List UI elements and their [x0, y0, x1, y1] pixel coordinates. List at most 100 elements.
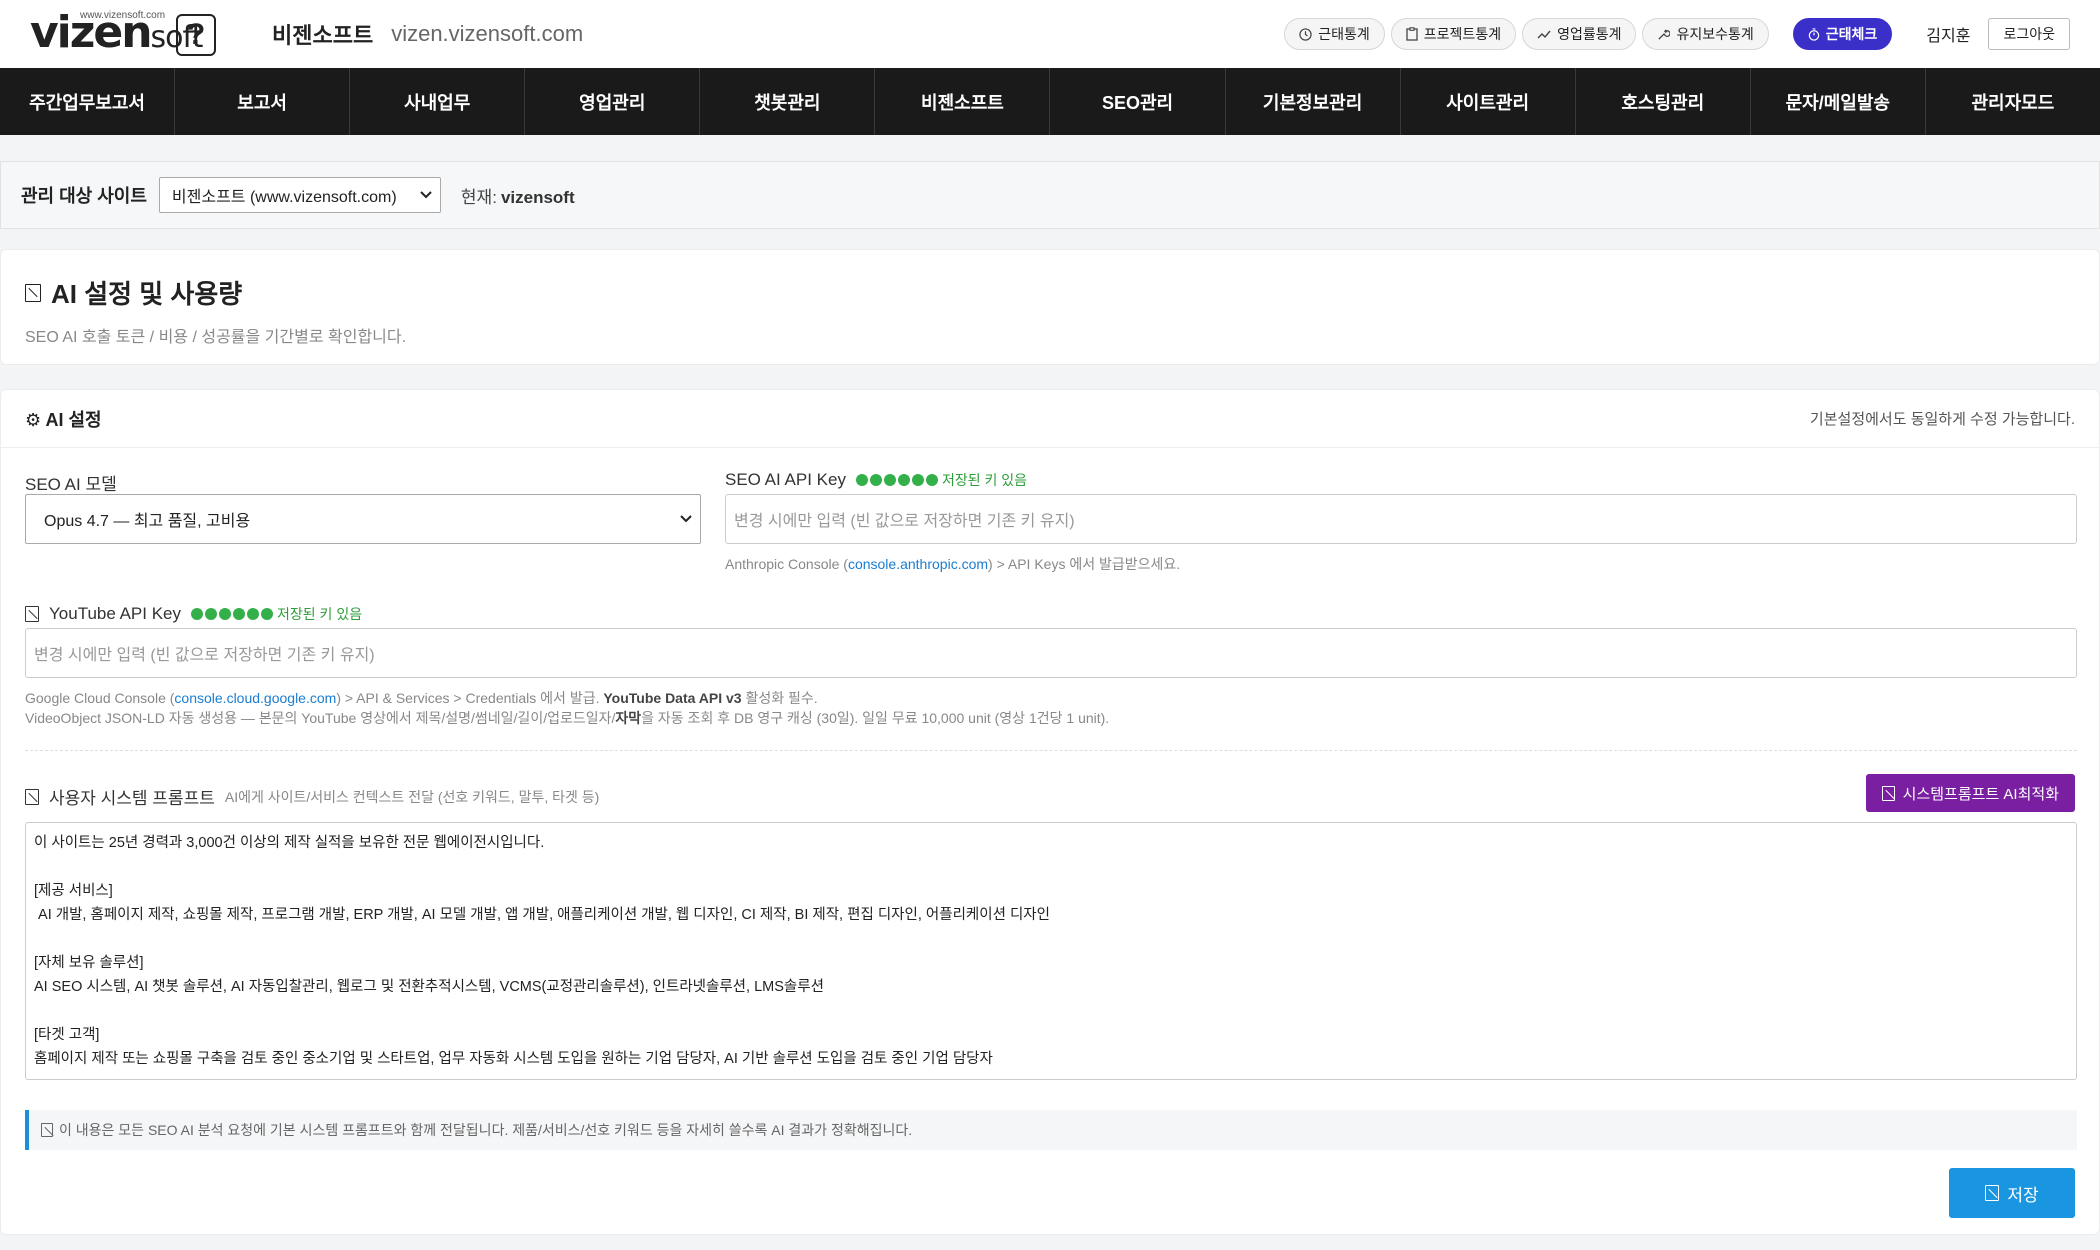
section-divider — [25, 750, 2077, 751]
api-key-input[interactable]: 변경 시에만 입력 (빈 값으로 저장하면 기존 키 유지) — [725, 494, 2077, 544]
youtube-placeholder: 변경 시에만 입력 (빈 값으로 저장하면 기존 키 유지) — [34, 647, 375, 664]
site-selector-label: 관리 대상 사이트 — [21, 186, 147, 206]
sparkle-icon — [1881, 785, 1895, 801]
clipboard-icon — [1406, 27, 1418, 41]
settings-header: ⚙ AI 설정 기본설정에서도 동일하게 수정 가능합니다. — [1, 390, 2099, 448]
current-site-label: 현재: — [460, 187, 497, 207]
api-key-placeholder: 변경 시에만 입력 (빈 값으로 저장하면 기존 키 유지) — [734, 513, 1075, 530]
model-select-value: Opus 4.7 — 최고 품질, 고비용 — [44, 513, 251, 530]
nav-seo[interactable]: SEO관리 — [1050, 68, 1226, 135]
prompt-hint: AI에게 사이트/서비스 컨텍스트 전달 (선호 키워드, 말투, 타겟 등) — [224, 788, 600, 805]
page-title: AI 설정 및 사용량 — [25, 274, 2075, 311]
attendance-check-button[interactable]: 근태체크 — [1792, 18, 1893, 50]
site-selector-bar: 관리 대상 사이트 비젠소프트 (www.vizensoft.com) 현재: v… — [0, 161, 2100, 229]
nav-weekly-report[interactable]: 주간업무보고서 — [0, 68, 176, 135]
floppy-disk-icon — [1985, 1185, 2000, 1201]
current-site-value: vizensoft — [500, 187, 575, 207]
youtube-status-text: 저장된 키 있음 — [277, 606, 363, 622]
nav-admin[interactable]: 관리자모드 — [1926, 68, 2100, 135]
nav-vizensoft[interactable]: 비젠소프트 — [875, 68, 1051, 135]
nav-chatbot[interactable]: 챗봇관리 — [700, 68, 876, 135]
question-mark-icon: ? — [176, 14, 216, 56]
maintenance-stats-button[interactable]: 유지보수통계 — [1642, 18, 1769, 50]
header-actions: 근태통계 프로젝트통계 영업률통계 유지보수통계 근태체크 김지훈 로그아웃 — [1284, 18, 2070, 50]
prompt-label: 사용자 시스템 프롬프트 — [49, 789, 215, 808]
api-help-pre: Anthropic Console ( — [725, 556, 848, 572]
yt-help2-post: 을 자동 조회 후 DB 영구 캐싱 (30일). 일일 무료 10,000 u… — [641, 710, 1110, 726]
page-subtitle: SEO AI 호출 토큰 / 비용 / 성공률을 기간별로 확인합니다. — [25, 329, 407, 346]
youtube-help-2: VideoObject JSON-LD 자동 생성용 — 본문의 YouTube… — [25, 708, 1109, 728]
ai-settings-card: ⚙ AI 설정 기본설정에서도 동일하게 수정 가능합니다. SEO AI 모델… — [0, 389, 2100, 1235]
attendance-stats-label: 근태통계 — [1318, 26, 1370, 42]
site-domain: vizen.vizensoft.com — [391, 21, 584, 46]
chevron-down-icon — [420, 191, 432, 199]
user-name: 김지훈 — [1926, 28, 1971, 45]
youtube-label-row: YouTube API Key 저장된 키 있음 — [25, 604, 362, 624]
current-site: 현재: vizensoft — [461, 183, 575, 208]
optimize-prompt-button[interactable]: 시스템프롬프트 AI최적화 — [1865, 774, 2075, 812]
save-button[interactable]: 저장 — [1949, 1168, 2075, 1218]
nav-internal-work[interactable]: 사내업무 — [350, 68, 526, 135]
yt-help2-pre: VideoObject JSON-LD 자동 생성용 — 본문의 YouTube… — [25, 710, 616, 726]
main-nav: 주간업무보고서 보고서 사내업무 영업관리 챗봇관리 비젠소프트 SEO관리 기… — [0, 68, 2100, 135]
logout-button[interactable]: 로그아웃 — [1988, 18, 2070, 50]
prompt-info-box: 이 내용은 모든 SEO AI 분석 요청에 기본 시스템 프롬프트와 함께 전… — [25, 1110, 2077, 1150]
system-prompt-textarea[interactable]: 이 사이트는 25년 경력과 3,000건 이상의 제작 실적을 보유한 전문 … — [25, 822, 2077, 1080]
api-help-post: ) > API Keys 에서 발급받으세요. — [988, 556, 1181, 572]
api-key-help: Anthropic Console (console.anthropic.com… — [725, 554, 1180, 574]
api-key-status: 저장된 키 있음 — [855, 470, 1028, 490]
api-key-status-text: 저장된 키 있음 — [941, 472, 1028, 488]
attendance-stats-button[interactable]: 근태통계 — [1284, 18, 1385, 50]
yt-help1-post: 활성화 필수. — [745, 690, 818, 706]
brand-name: 비젠소프트 — [272, 23, 374, 48]
yt-help1-bold: YouTube Data API v3 — [603, 690, 742, 706]
prompt-label-row: 사용자 시스템 프롬프트 AI에게 사이트/서비스 컨텍스트 전달 (선호 키워… — [25, 784, 599, 809]
vizensoft-logo[interactable]: www.vizensoft.com vizensoft ? — [30, 6, 220, 62]
trend-icon — [1537, 30, 1551, 39]
page-title-text: AI 설정 및 사용량 — [51, 279, 243, 309]
youtube-key-status: 저장된 키 있음 — [191, 604, 362, 624]
project-stats-button[interactable]: 프로젝트통계 — [1390, 18, 1517, 50]
nav-hosting[interactable]: 호스팅관리 — [1576, 68, 1751, 135]
settings-note: 기본설정에서도 동일하게 수정 가능합니다. — [1809, 411, 2075, 428]
youtube-help-1: Google Cloud Console (console.cloud.goog… — [25, 688, 818, 708]
nav-sms-mail[interactable]: 문자/메일발송 — [1751, 68, 1926, 135]
save-button-label: 저장 — [2007, 1185, 2039, 1205]
video-icon — [25, 606, 39, 622]
wrench-icon — [1658, 28, 1671, 40]
yt-help1-mid: ) > API & Services > Credentials 에서 발급. — [336, 690, 600, 706]
page-title-card: AI 설정 및 사용량 SEO AI 호출 토큰 / 비용 / 성공률을 기간별… — [0, 249, 2100, 365]
clock-icon — [1299, 27, 1312, 41]
optimize-button-label: 시스템프롬프트 AI최적화 — [1902, 785, 2059, 803]
api-key-label: SEO AI API Key — [725, 470, 846, 489]
sales-stats-button[interactable]: 영업률통계 — [1522, 18, 1637, 50]
api-key-label-row: SEO AI API Key 저장된 키 있음 — [725, 470, 1027, 490]
settings-title: ⚙ AI 설정 — [25, 409, 102, 430]
youtube-key-input[interactable]: 변경 시에만 입력 (빈 값으로 저장하면 기존 키 유지) — [25, 628, 2077, 678]
top-header: www.vizensoft.com vizensoft ? 비젠소프트 vize… — [0, 0, 2100, 68]
masked-key-icon — [855, 474, 938, 486]
anthropic-console-link[interactable]: console.anthropic.com — [848, 556, 988, 572]
project-stats-label: 프로젝트통계 — [1423, 26, 1502, 42]
nav-sales[interactable]: 영업관리 — [525, 68, 701, 135]
nav-report[interactable]: 보고서 — [175, 68, 351, 135]
site-select[interactable]: 비젠소프트 (www.vizensoft.com) — [158, 177, 441, 213]
nav-basic-info[interactable]: 기본정보관리 — [1226, 68, 1401, 135]
stopwatch-icon — [1808, 27, 1820, 41]
prompt-info-text: 이 내용은 모든 SEO AI 분석 요청에 기본 시스템 프롬프트와 함께 전… — [59, 1122, 913, 1138]
masked-key-icon — [191, 608, 274, 620]
attendance-check-label: 근태체크 — [1825, 26, 1878, 42]
chevron-down-icon — [680, 515, 692, 523]
robot-icon — [25, 283, 41, 302]
yt-help2-bold: 자막 — [615, 710, 642, 726]
maintenance-stats-label: 유지보수통계 — [1676, 26, 1754, 42]
lightbulb-icon — [41, 1123, 53, 1137]
logo-url-text: www.vizensoft.com — [80, 10, 166, 21]
model-select[interactable]: Opus 4.7 — 최고 품질, 고비용 — [25, 494, 701, 544]
nav-site[interactable]: 사이트관리 — [1401, 68, 1576, 135]
yt-help1-pre: Google Cloud Console ( — [25, 690, 175, 706]
model-label: SEO AI 모델 — [25, 475, 117, 494]
google-console-link[interactable]: console.cloud.google.com — [174, 690, 336, 706]
site-select-value: 비젠소프트 (www.vizensoft.com) — [171, 189, 397, 206]
memo-icon — [25, 788, 39, 805]
